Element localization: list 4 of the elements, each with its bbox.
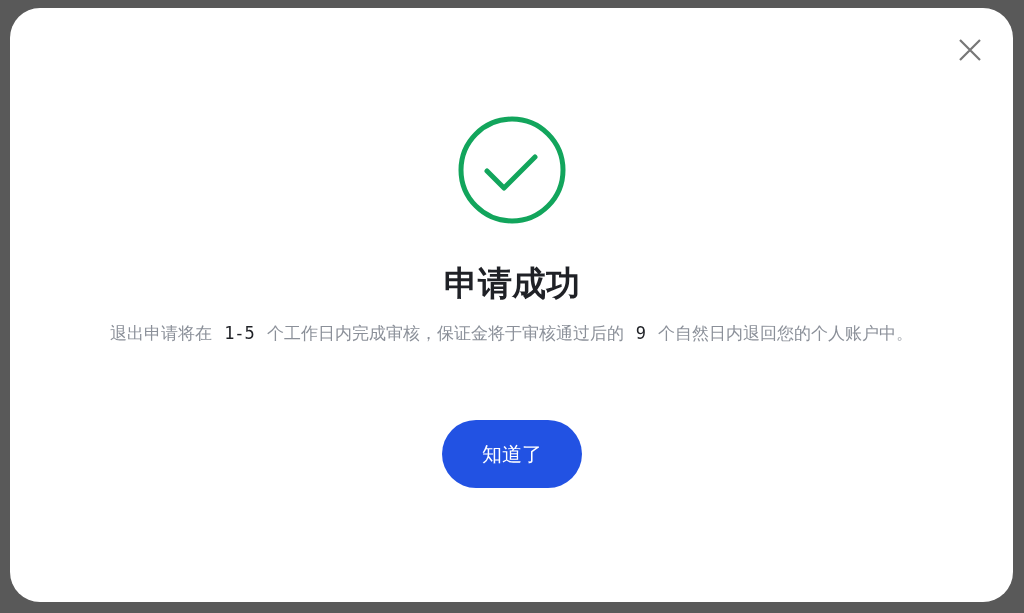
dialog-message: 退出申请将在 1-5 个工作日内完成审核，保证金将于审核通过后的 9 个自然日内退回您的个人账户中。 bbox=[109, 322, 914, 345]
dialog-title: 申请成功 bbox=[443, 262, 580, 305]
check-circle-icon bbox=[456, 115, 567, 225]
confirm-button[interactable]: 知道了 bbox=[441, 420, 582, 488]
